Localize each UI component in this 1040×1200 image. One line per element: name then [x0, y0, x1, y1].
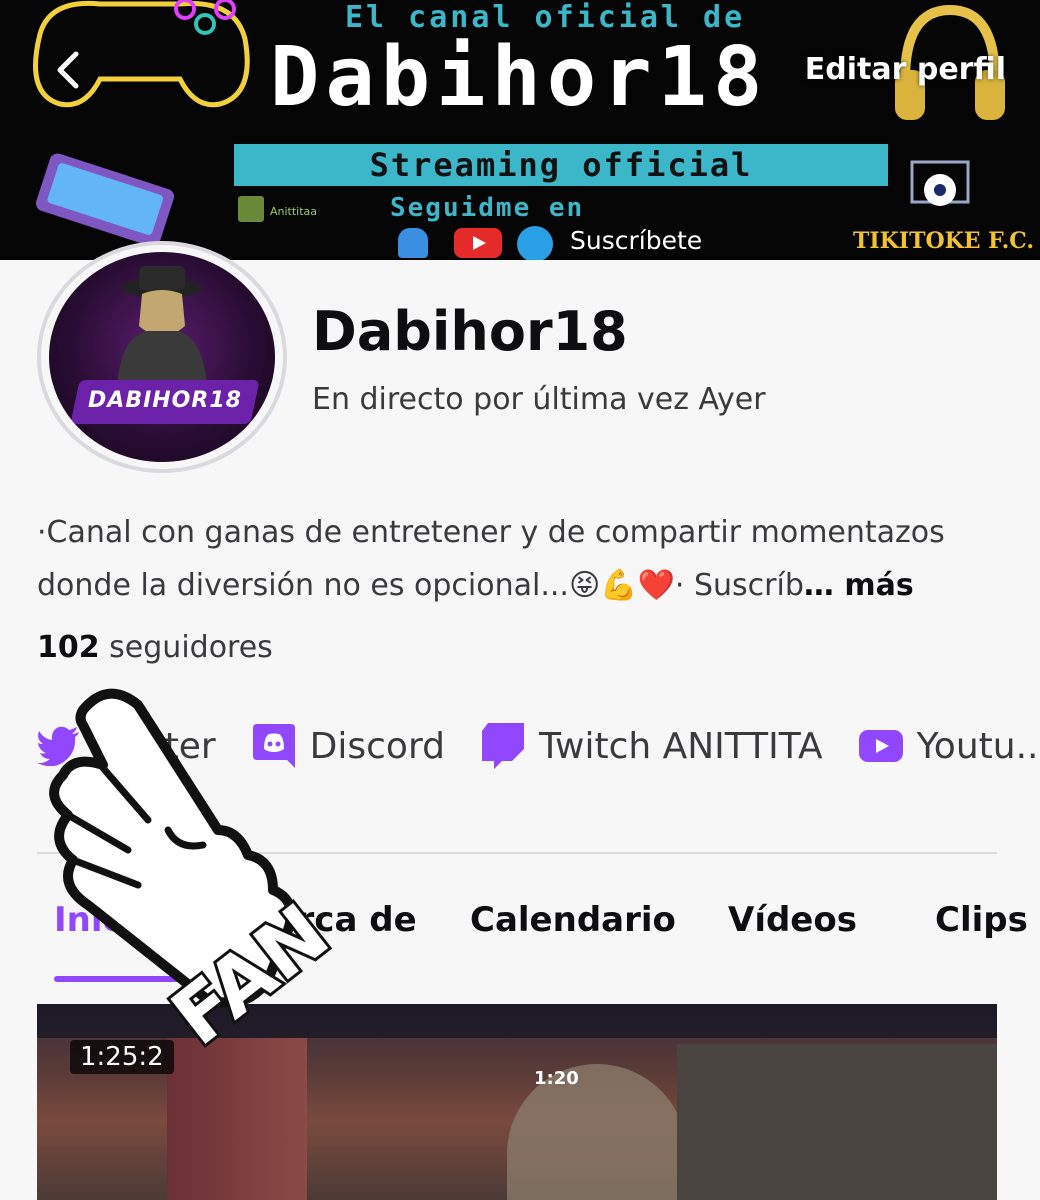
video-thumbnail[interactable]: 1:20: [37, 1004, 997, 1200]
game-timer: 1:20: [534, 1068, 579, 1089]
social-links: Twitter Discord Twitch ANITTITA Youtu...: [37, 716, 1040, 776]
scene-wall: [677, 1044, 997, 1200]
youtube-icon: [858, 724, 903, 768]
twitter-icon: [37, 724, 81, 768]
edit-profile-button[interactable]: Editar perfil: [805, 52, 1006, 87]
social-link-youtube[interactable]: Youtu...: [858, 724, 1040, 768]
tab-acerca-de[interactable]: Acerca de: [228, 900, 417, 940]
chevron-left-icon: [57, 51, 79, 89]
tab-calendario[interactable]: Calendario: [470, 900, 676, 940]
social-link-label: Youtu...: [916, 725, 1040, 767]
followers-number: 102: [37, 630, 100, 665]
banner-youtube-icon: [454, 228, 502, 258]
channel-name: Dabihor18: [312, 300, 628, 363]
banner-twitter-icon: [517, 226, 553, 260]
social-link-label: Twitch ANITTITA: [538, 725, 823, 767]
bio-more-link[interactable]: … más: [804, 568, 914, 603]
tab-videos[interactable]: Vídeos: [728, 900, 857, 940]
social-link-label: Discord: [309, 725, 445, 767]
banner-subscribe-text: Suscríbete: [570, 226, 703, 255]
bell-icon: [398, 228, 428, 258]
profile-tabs: Inicio Acerca de Calendario Vídeos Clips: [0, 900, 1040, 960]
soccer-ball-icon: [910, 160, 970, 206]
avatar-image: DABIHOR18: [49, 252, 275, 462]
followers-count: 102 seguidores: [37, 630, 273, 665]
social-link-label: Twitter: [95, 725, 216, 767]
avatar[interactable]: DABIHOR18: [37, 241, 287, 473]
banner-credit-avatar: [238, 196, 264, 222]
channel-bio: ·Canal con ganas de entretener y de comp…: [37, 506, 1007, 612]
active-tab-indicator: [54, 976, 182, 982]
video-duration-badge: 1:25:2: [70, 1040, 174, 1074]
game-hud: [37, 1004, 997, 1038]
tab-inicio[interactable]: Inicio: [54, 900, 158, 940]
last-live-status: En directo por última vez Ayer: [312, 382, 766, 417]
twitch-icon: [481, 723, 525, 769]
followers-label: seguidores: [109, 630, 273, 665]
social-link-twitter[interactable]: Twitter: [37, 724, 216, 768]
banner-follow-text: Seguidme en: [390, 193, 585, 223]
channel-banner: El canal oficial de Dabihor18 Streaming …: [0, 0, 1040, 260]
social-link-discord[interactable]: Discord: [252, 724, 445, 768]
banner-credit: Anittitaa: [270, 205, 318, 218]
keyboard-icon: [35, 153, 175, 247]
hooded-figure-icon: [117, 266, 207, 384]
banner-strip: Streaming official: [234, 144, 888, 186]
discord-icon: [252, 724, 296, 768]
tab-clips[interactable]: Clips: [935, 900, 1028, 940]
social-link-twitch[interactable]: Twitch ANITTITA: [481, 723, 823, 769]
banner-channel-name: Dabihor18: [270, 30, 769, 125]
banner-club-text: TIKITOKE F.C.: [853, 228, 1035, 254]
scene-tower: [167, 1038, 307, 1200]
back-button[interactable]: [40, 42, 96, 98]
divider: [37, 852, 997, 854]
avatar-text: DABIHOR18: [88, 388, 242, 413]
